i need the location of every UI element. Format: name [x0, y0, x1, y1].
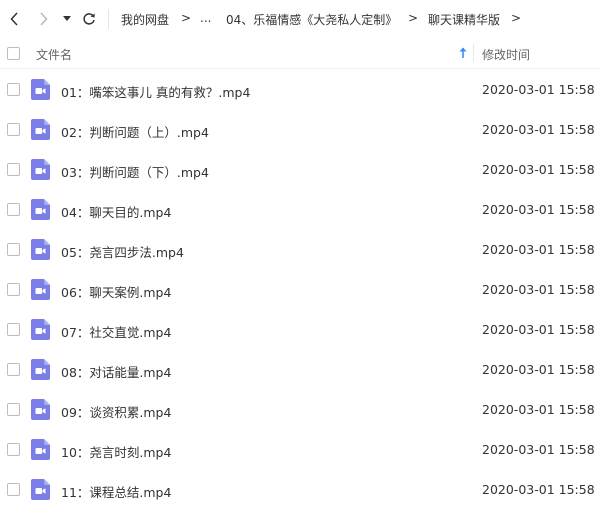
file-name[interactable]: 02：判断问题（上）.mp4: [61, 122, 209, 141]
file-row[interactable]: 03：判断问题（下）.mp4 2020-03-01 15:58: [0, 150, 600, 190]
file-row[interactable]: 09：谈资积累.mp4 2020-03-01 15:58: [0, 390, 600, 430]
file-checkbox[interactable]: [7, 123, 20, 136]
video-file-icon: [31, 199, 50, 220]
file-row[interactable]: 04：聊天目的.mp4 2020-03-01 15:58: [0, 190, 600, 230]
video-file-icon: [31, 439, 50, 460]
file-name[interactable]: 05：尧言四步法.mp4: [61, 242, 184, 261]
file-name[interactable]: 01：嘴笨这事儿 真的有救？.mp4: [61, 82, 250, 101]
file-modified-time: 2020-03-01 15:58: [482, 82, 595, 97]
column-header: 文件名 修改时间: [0, 38, 600, 69]
file-name[interactable]: 06：聊天案例.mp4: [61, 282, 171, 301]
file-name[interactable]: 10：尧言时刻.mp4: [61, 442, 171, 461]
file-row[interactable]: 02：判断问题（上）.mp4 2020-03-01 15:58: [0, 110, 600, 150]
file-checkbox[interactable]: [7, 203, 20, 216]
video-file-icon: [31, 239, 50, 260]
video-file-icon: [31, 119, 50, 140]
file-checkbox[interactable]: [7, 443, 20, 456]
video-file-icon: [31, 79, 50, 100]
chevron-right-icon: [40, 12, 48, 26]
breadcrumb-item-root[interactable]: 我的网盘: [121, 11, 169, 28]
breadcrumb-separator: >: [181, 11, 192, 25]
file-modified-time: 2020-03-01 15:58: [482, 402, 595, 417]
file-modified-time: 2020-03-01 15:58: [482, 242, 595, 257]
file-row[interactable]: 08：对话能量.mp4 2020-03-01 15:58: [0, 350, 600, 390]
file-name[interactable]: 09：谈资积累.mp4: [61, 402, 171, 421]
file-name[interactable]: 07：社交直觉.mp4: [61, 322, 171, 341]
file-checkbox[interactable]: [7, 163, 20, 176]
sort-arrow-up-icon: [459, 47, 467, 58]
breadcrumb-item-course[interactable]: 04、乐福情感《大尧私人定制》: [226, 11, 397, 28]
file-row[interactable]: 11：课程总结.mp4 2020-03-01 15:58: [0, 470, 600, 510]
file-row[interactable]: 01：嘴笨这事儿 真的有救？.mp4 2020-03-01 15:58: [0, 70, 600, 110]
history-dropdown-button[interactable]: [58, 8, 76, 30]
file-checkbox[interactable]: [7, 323, 20, 336]
chevron-left-icon: [10, 12, 18, 26]
refresh-icon: [83, 13, 95, 25]
sort-toggle[interactable]: [456, 45, 470, 61]
video-file-icon: [31, 279, 50, 300]
breadcrumb-separator: >: [408, 11, 419, 25]
file-modified-time: 2020-03-01 15:58: [482, 122, 595, 137]
file-row[interactable]: 06：聊天案例.mp4 2020-03-01 15:58: [0, 270, 600, 310]
back-button[interactable]: [4, 8, 26, 30]
file-checkbox[interactable]: [7, 83, 20, 96]
refresh-button[interactable]: [78, 8, 100, 30]
file-modified-time: 2020-03-01 15:58: [482, 322, 595, 337]
breadcrumb-item-current[interactable]: 聊天课精华版: [428, 11, 500, 28]
toolbar-divider: [108, 9, 109, 29]
video-file-icon: [31, 319, 50, 340]
file-checkbox[interactable]: [7, 403, 20, 416]
breadcrumb-item-ellipsis[interactable]: ...: [200, 11, 211, 25]
file-row[interactable]: 05：尧言四步法.mp4 2020-03-01 15:58: [0, 230, 600, 270]
file-name[interactable]: 03：判断问题（下）.mp4: [61, 162, 209, 181]
file-row[interactable]: 07：社交直觉.mp4 2020-03-01 15:58: [0, 310, 600, 350]
video-file-icon: [31, 359, 50, 380]
file-name[interactable]: 11：课程总结.mp4: [61, 482, 171, 501]
video-file-icon: [31, 479, 50, 500]
file-checkbox[interactable]: [7, 283, 20, 296]
column-header-modified[interactable]: 修改时间: [482, 46, 530, 63]
file-modified-time: 2020-03-01 15:58: [482, 282, 595, 297]
video-file-icon: [31, 399, 50, 420]
file-modified-time: 2020-03-01 15:58: [482, 442, 595, 457]
file-modified-time: 2020-03-01 15:58: [482, 482, 595, 497]
forward-button[interactable]: [32, 8, 54, 30]
column-header-name[interactable]: 文件名: [36, 46, 72, 63]
select-all-checkbox[interactable]: [7, 47, 20, 60]
file-checkbox[interactable]: [7, 483, 20, 496]
file-name[interactable]: 08：对话能量.mp4: [61, 362, 171, 381]
file-checkbox[interactable]: [7, 363, 20, 376]
file-modified-time: 2020-03-01 15:58: [482, 362, 595, 377]
file-modified-time: 2020-03-01 15:58: [482, 202, 595, 217]
column-divider[interactable]: [473, 44, 474, 62]
file-name[interactable]: 04：聊天目的.mp4: [61, 202, 171, 221]
toolbar: 我的网盘 > ... 04、乐福情感《大尧私人定制》 > 聊天课精华版 >: [0, 0, 600, 38]
file-row[interactable]: 10：尧言时刻.mp4 2020-03-01 15:58: [0, 430, 600, 470]
breadcrumb-separator: >: [511, 11, 522, 25]
video-file-icon: [31, 159, 50, 180]
file-checkbox[interactable]: [7, 243, 20, 256]
file-modified-time: 2020-03-01 15:58: [482, 162, 595, 177]
caret-down-icon: [63, 16, 71, 21]
